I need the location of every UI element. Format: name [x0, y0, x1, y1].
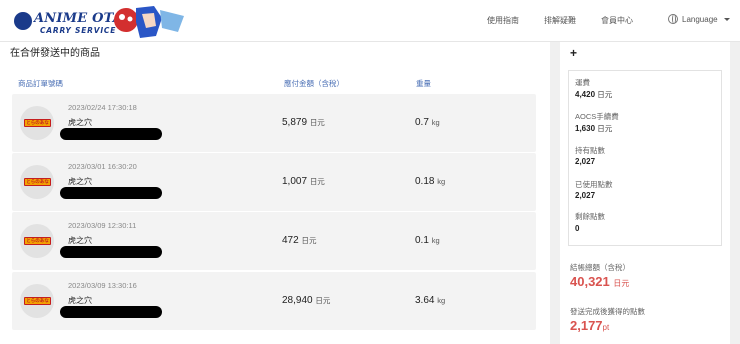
shop-tag: とらのあな: [24, 297, 51, 305]
nav-member-center[interactable]: 會員中心: [601, 15, 633, 26]
total-label: 結帳總額（含稅）: [570, 263, 630, 272]
globe-icon: [668, 14, 678, 24]
shop-tag: とらのあな: [24, 119, 51, 127]
earned-points-label: 發送完成後獲得的點數: [570, 307, 645, 316]
column-header-weight: 重量: [416, 79, 431, 88]
redaction-mark: [60, 128, 162, 140]
language-label: Language: [682, 14, 718, 24]
points-held-label: 持有點數: [575, 146, 605, 155]
order-amount: 472 日元: [282, 235, 317, 246]
order-row[interactable]: とらのあな 2023/03/09 12:30:11 虎之穴 472 日元 0.1…: [12, 212, 536, 270]
points-held-value: 2,027: [575, 157, 596, 166]
points-left-value: 0: [575, 224, 580, 233]
summary-sidebar: + 運費 4,420 日元 AOCS手續費 1,630 日元 持有點數 2,02…: [550, 42, 740, 344]
shipping-label: 運費: [575, 78, 590, 87]
order-date: 2023/03/09 13:30:16: [68, 281, 137, 290]
order-row[interactable]: とらのあな 2023/03/09 13:30:16 虎之穴 28,940 日元 …: [12, 272, 536, 330]
expand-plus-icon[interactable]: +: [570, 46, 577, 60]
shop-name: 虎之穴: [68, 177, 92, 186]
shop-name: 虎之穴: [68, 236, 92, 245]
total-value: 40,321 日元: [570, 274, 630, 289]
shop-logo: とらのあな: [20, 106, 54, 140]
order-weight: 0.7 kg: [415, 117, 440, 128]
shop-name: 虎之穴: [68, 296, 92, 305]
page-title: 在合併發送中的商品: [10, 48, 100, 59]
shop-logo: とらのあな: [20, 224, 54, 258]
column-header-amount: 應付金額（含稅）: [284, 79, 344, 88]
order-amount: 1,007 日元: [282, 176, 325, 187]
order-row[interactable]: とらのあな 2023/03/01 16:30:20 虎之穴 1,007 日元 0…: [12, 153, 536, 211]
fee-value: 1,630 日元: [575, 124, 613, 133]
shop-name: 虎之穴: [68, 118, 92, 127]
order-row[interactable]: とらのあな 2023/02/24 17:30:18 虎之穴 5,879 日元 0…: [12, 94, 536, 152]
shop-logo: とらのあな: [20, 284, 54, 318]
order-amount: 28,940 日元: [282, 295, 331, 306]
logo-subtitle: CARRY SERVICE: [40, 26, 117, 35]
earned-points-value: 2,177pt: [570, 318, 610, 333]
fee-label: AOCS手續費: [575, 112, 619, 121]
redaction-mark: [60, 306, 162, 318]
shop-tag: とらのあな: [24, 178, 51, 186]
nav-guide[interactable]: 使用指南: [487, 15, 519, 26]
nav-faq[interactable]: 排解疑難: [544, 15, 576, 26]
redaction-mark: [60, 246, 162, 258]
fee-breakdown-box: 運費 4,420 日元 AOCS手續費 1,630 日元 持有點數 2,027 …: [568, 70, 722, 246]
points-used-label: 已使用點數: [575, 180, 613, 189]
order-date: 2023/03/01 16:30:20: [68, 162, 137, 171]
summary-panel: + 運費 4,420 日元 AOCS手續費 1,630 日元 持有點數 2,02…: [560, 42, 730, 344]
order-weight: 0.1 kg: [415, 235, 440, 246]
language-selector[interactable]: Language: [668, 14, 730, 24]
chevron-down-icon: [723, 17, 730, 21]
redaction-mark: [60, 187, 162, 199]
shop-logo: とらのあな: [20, 165, 54, 199]
top-header: ANIME OTAKU CARRY SERVICE 使用指南 排解疑難 會員中心…: [0, 0, 740, 42]
points-used-value: 2,027: [575, 191, 596, 200]
points-left-label: 剩餘點數: [575, 212, 605, 221]
order-weight: 3.64 kg: [415, 295, 446, 306]
order-date: 2023/02/24 17:30:18: [68, 103, 137, 112]
mascot-icon: [114, 6, 184, 38]
site-logo[interactable]: ANIME OTAKU CARRY SERVICE: [6, 2, 186, 42]
order-date: 2023/03/09 12:30:11: [68, 221, 137, 230]
order-weight: 0.18 kg: [415, 176, 446, 187]
column-header-order: 商品訂單號碼: [18, 79, 63, 88]
order-amount: 5,879 日元: [282, 117, 325, 128]
shop-tag: とらのあな: [24, 237, 51, 245]
logo-badge-icon: [14, 12, 32, 30]
shipping-value: 4,420 日元: [575, 90, 613, 99]
